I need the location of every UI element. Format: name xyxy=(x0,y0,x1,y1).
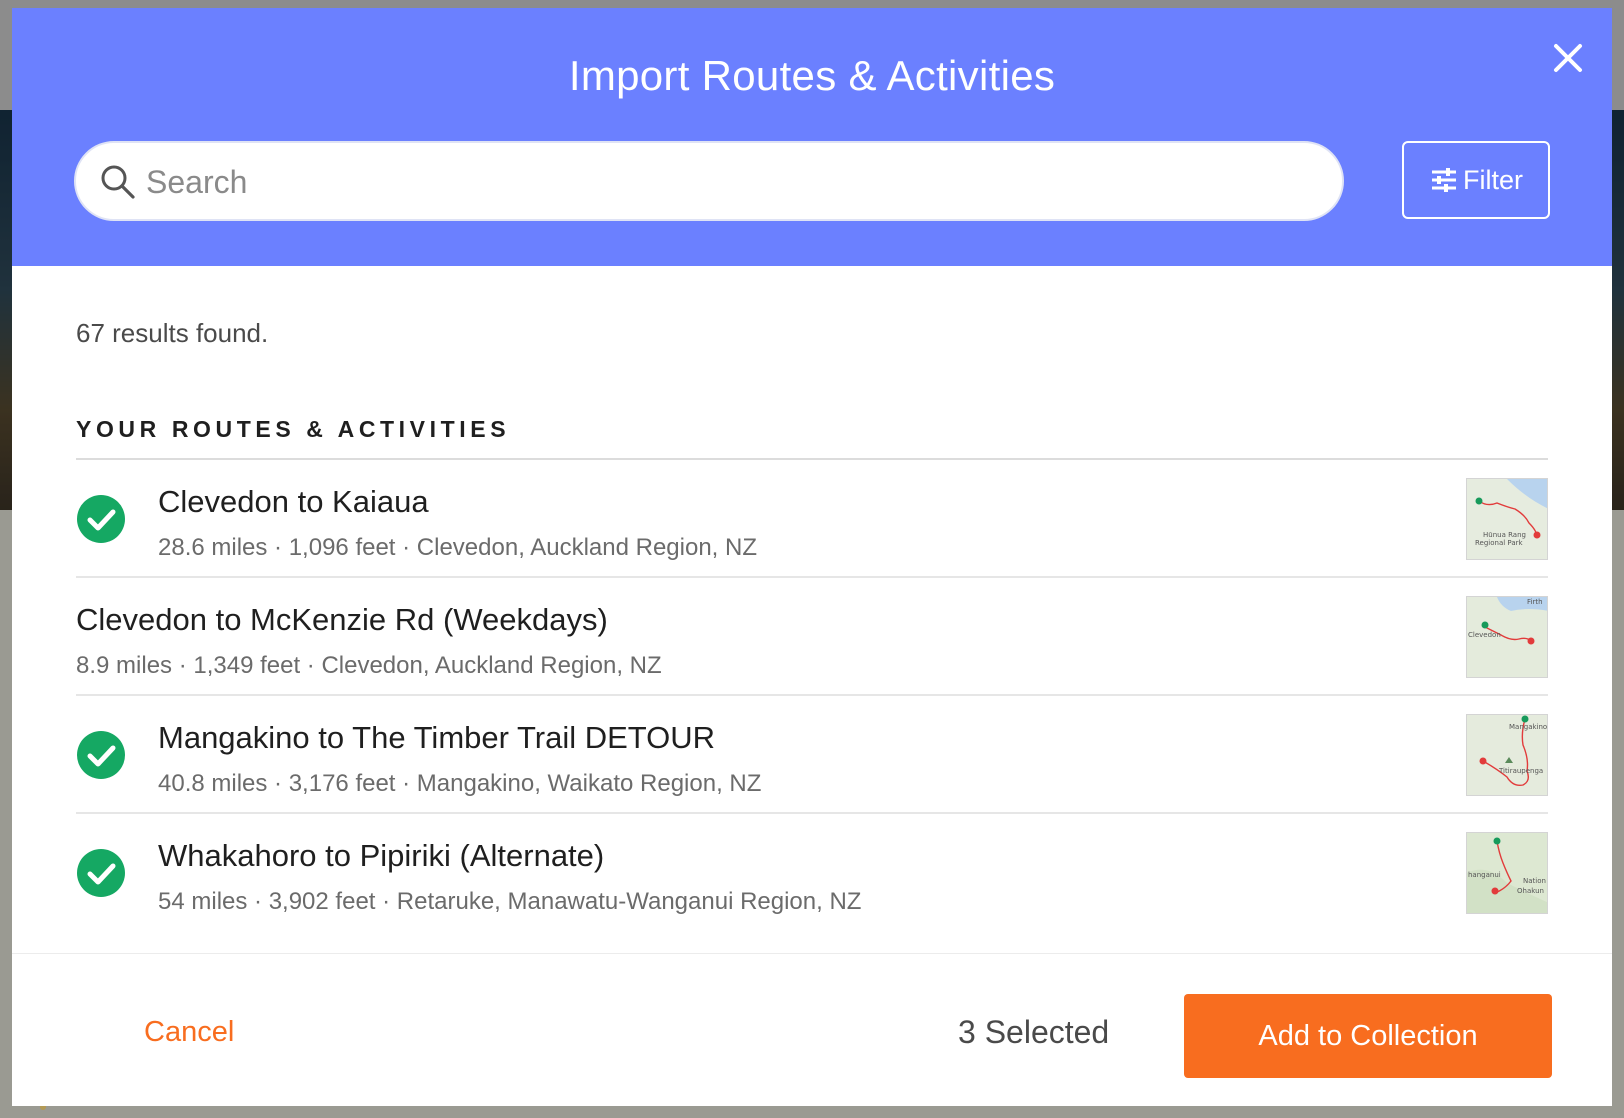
map-label: Hūnua Rang xyxy=(1483,531,1526,539)
routes-list: Clevedon to Kaiaua 28.6 miles · 1,096 fe… xyxy=(76,460,1548,932)
search-input[interactable] xyxy=(146,157,1306,207)
import-modal: Import Routes & Activities Search Filter… xyxy=(12,8,1612,1106)
map-label: hanganui xyxy=(1468,871,1501,879)
cancel-button[interactable]: Cancel xyxy=(144,1016,234,1049)
filter-label: Filter xyxy=(1463,164,1523,195)
map-label: Titiraupenga xyxy=(1498,767,1543,775)
section-heading: YOUR ROUTES & ACTIVITIES xyxy=(76,416,511,442)
modal-header: Import Routes & Activities Search Filter xyxy=(12,8,1612,266)
close-icon[interactable] xyxy=(1548,38,1588,78)
route-meta: 54 miles · 3,902 feet · Retaruke, Manawa… xyxy=(158,888,862,915)
check-circle-icon[interactable] xyxy=(76,730,126,780)
route-map-thumbnail: hanganui Nation Ohakun xyxy=(1466,832,1548,914)
selected-count: 3 Selected xyxy=(958,1014,1110,1050)
route-row[interactable]: Clevedon to Kaiaua 28.6 miles · 1,096 fe… xyxy=(76,460,1548,578)
add-to-collection-button[interactable]: Add to Collection xyxy=(1184,994,1552,1078)
results-count: 67 results found. xyxy=(76,318,269,348)
route-title: Mangakino to The Timber Trail DETOUR xyxy=(158,720,716,755)
route-meta: 28.6 miles · 1,096 feet · Clevedon, Auck… xyxy=(158,534,757,561)
map-label: Regional Park xyxy=(1475,539,1523,547)
sliders-icon xyxy=(1432,168,1456,192)
route-meta: 8.9 miles · 1,349 feet · Clevedon, Auckl… xyxy=(76,652,662,679)
map-label: Clevedon xyxy=(1468,631,1501,639)
route-row[interactable]: Mangakino to The Timber Trail DETOUR 40.… xyxy=(76,696,1548,814)
route-map-thumbnail: Mangakino Titiraupenga xyxy=(1466,714,1548,796)
modal-title: Import Routes & Activities xyxy=(568,52,1056,99)
route-title: Whakahoro to Pipiriki (Alternate) xyxy=(158,838,605,873)
check-circle-icon[interactable] xyxy=(76,494,126,544)
route-title: Clevedon to McKenzie Rd (Weekdays) xyxy=(76,602,608,637)
map-label: Firth xyxy=(1527,598,1543,606)
route-row[interactable]: Clevedon to McKenzie Rd (Weekdays) 8.9 m… xyxy=(76,578,1548,696)
route-map-thumbnail: Firth Clevedon xyxy=(1466,596,1548,678)
route-title: Clevedon to Kaiaua xyxy=(158,484,429,519)
map-label: Mangakino xyxy=(1509,723,1547,731)
search-box[interactable] xyxy=(74,141,1344,221)
route-row[interactable]: Whakahoro to Pipiriki (Alternate) 54 mil… xyxy=(76,814,1548,932)
modal-footer: Cancel 3 Selected Add to Collection xyxy=(12,953,1612,1106)
map-label: Nation xyxy=(1523,877,1546,885)
route-map-thumbnail: Hūnua Rang Regional Park xyxy=(1466,478,1548,560)
search-icon xyxy=(101,165,135,199)
filter-button[interactable]: Filter xyxy=(1402,141,1550,219)
check-circle-icon[interactable] xyxy=(76,848,126,898)
route-meta: 40.8 miles · 3,176 feet · Mangakino, Wai… xyxy=(158,770,762,797)
map-label: Ohakun xyxy=(1517,887,1544,895)
